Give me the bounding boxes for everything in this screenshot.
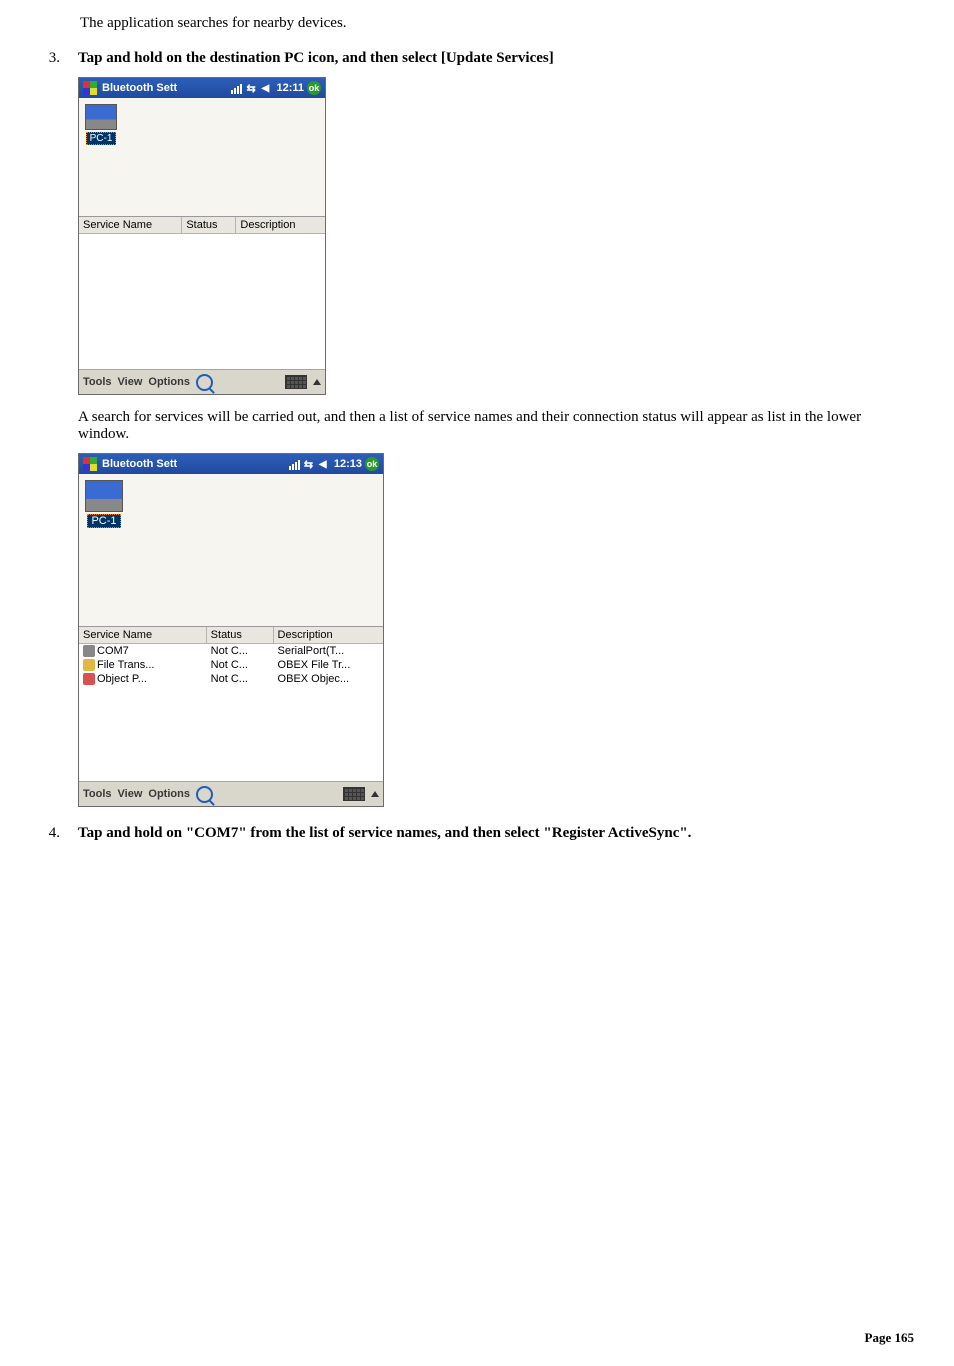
pc-icon — [85, 480, 123, 512]
table-body-empty — [79, 234, 325, 369]
object-push-icon — [83, 673, 95, 685]
step-instruction: Tap and hold on "COM7" from the list of … — [78, 825, 914, 842]
menubar: Tools View Options — [79, 369, 325, 394]
window-title: Bluetooth Sett — [102, 458, 177, 470]
speaker-icon — [261, 82, 273, 94]
step-number: 4. — [40, 825, 60, 842]
device-pc-1[interactable]: PC-1 — [85, 104, 117, 145]
menu-options[interactable]: Options — [148, 376, 190, 388]
window-title: Bluetooth Sett — [102, 82, 177, 94]
start-flag-icon[interactable] — [83, 81, 97, 95]
menu-view[interactable]: View — [118, 376, 143, 388]
col-service-name[interactable]: Service Name — [79, 217, 182, 233]
page-number: Page 165 — [865, 1330, 914, 1346]
menu-options[interactable]: Options — [148, 788, 190, 800]
service-row[interactable]: COM7 Not C... SerialPort(T... — [79, 644, 383, 658]
col-description[interactable]: Description — [236, 217, 325, 233]
service-row[interactable]: File Trans... Not C... OBEX File Tr... — [79, 658, 383, 672]
service-row[interactable]: Object P... Not C... OBEX Objec... — [79, 672, 383, 686]
devices-pane: PC-1 — [79, 474, 383, 626]
file-transfer-icon — [83, 659, 95, 671]
step-number: 3. — [40, 50, 60, 67]
screenshot-1: Bluetooth Sett 12:11 ok PC-1 Service Nam… — [78, 77, 326, 395]
search-icon[interactable] — [196, 374, 213, 391]
signal-icon — [289, 458, 301, 470]
step-3: 3. Tap and hold on the destination PC ic… — [40, 50, 914, 67]
intro-text: The application searches for nearby devi… — [80, 15, 914, 32]
table-header: Service Name Status Description — [79, 627, 383, 644]
services-table: Service Name Status Description COM7 Not… — [79, 626, 383, 781]
search-icon[interactable] — [196, 786, 213, 803]
col-service-name[interactable]: Service Name — [79, 627, 207, 643]
services-table: Service Name Status Description — [79, 216, 325, 369]
device-pc-1[interactable]: PC-1 — [85, 480, 123, 528]
screenshot-2: Bluetooth Sett 12:13 ok PC-1 Service Nam… — [78, 453, 384, 807]
sip-arrow-icon[interactable] — [313, 379, 321, 385]
between-text: A search for services will be carried ou… — [78, 409, 914, 443]
pc-icon — [85, 104, 117, 130]
ok-button[interactable]: ok — [307, 81, 321, 95]
step-instruction: Tap and hold on the destination PC icon,… — [78, 50, 914, 67]
window-titlebar: Bluetooth Sett 12:13 ok — [79, 454, 383, 474]
serial-port-icon — [83, 645, 95, 657]
signal-icon — [231, 82, 243, 94]
menubar: Tools View Options — [79, 781, 383, 806]
clock: 12:11 — [276, 82, 304, 94]
sip-arrow-icon[interactable] — [371, 791, 379, 797]
device-label: PC-1 — [86, 132, 117, 145]
clock: 12:13 — [334, 458, 362, 470]
start-flag-icon[interactable] — [83, 457, 97, 471]
menu-tools[interactable]: Tools — [83, 788, 112, 800]
col-status[interactable]: Status — [182, 217, 236, 233]
window-titlebar: Bluetooth Sett 12:11 ok — [79, 78, 325, 98]
ok-button[interactable]: ok — [365, 457, 379, 471]
table-body: COM7 Not C... SerialPort(T... File Trans… — [79, 644, 383, 781]
speaker-icon — [319, 458, 331, 470]
keyboard-icon[interactable] — [343, 787, 365, 801]
col-description[interactable]: Description — [274, 627, 383, 643]
sync-icon — [304, 458, 316, 470]
step-4: 4. Tap and hold on "COM7" from the list … — [40, 825, 914, 842]
col-status[interactable]: Status — [207, 627, 274, 643]
table-header: Service Name Status Description — [79, 217, 325, 234]
device-label: PC-1 — [87, 514, 120, 528]
devices-pane: PC-1 — [79, 98, 325, 216]
keyboard-icon[interactable] — [285, 375, 307, 389]
menu-tools[interactable]: Tools — [83, 376, 112, 388]
sync-icon — [246, 82, 258, 94]
menu-view[interactable]: View — [118, 788, 143, 800]
